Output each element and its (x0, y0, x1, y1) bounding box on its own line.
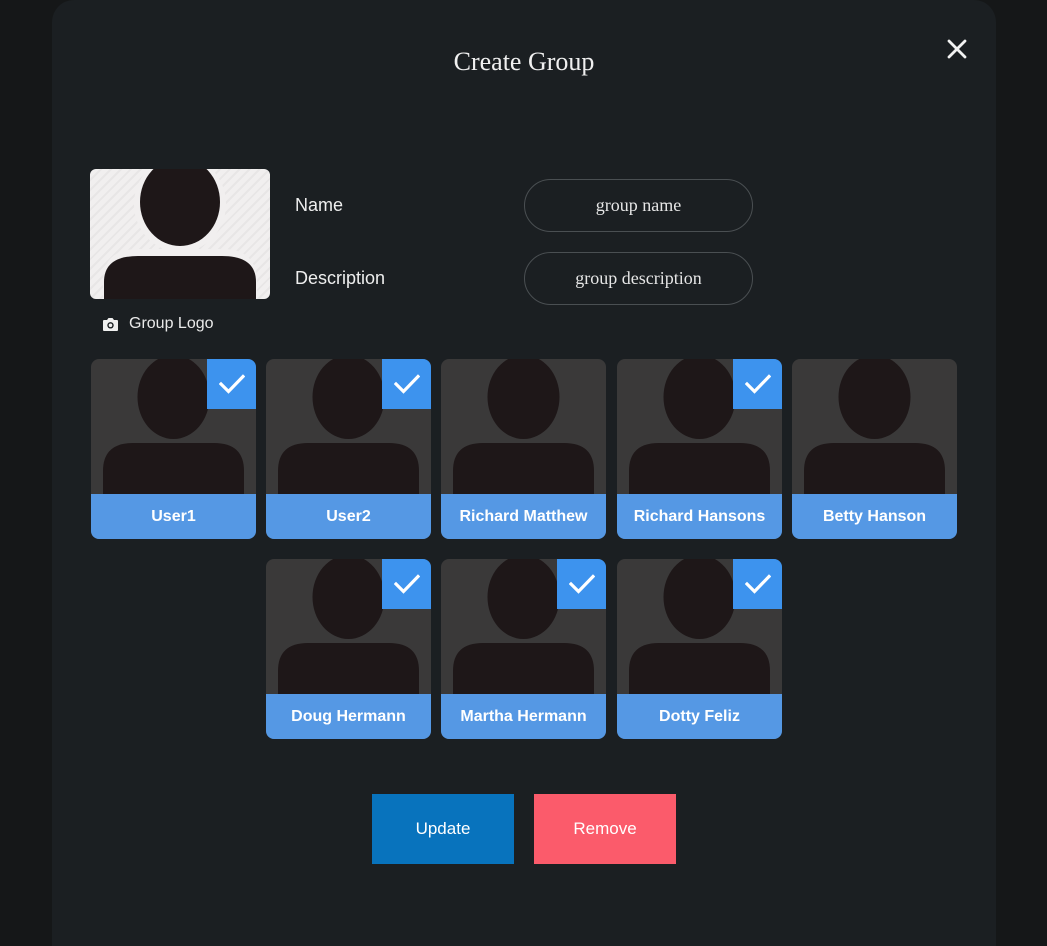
group-logo-upload[interactable]: Group Logo (102, 313, 214, 335)
remove-button[interactable]: Remove (534, 794, 676, 864)
user-card[interactable]: User1 (91, 359, 256, 539)
selected-check (557, 559, 606, 609)
checkmark-icon (568, 574, 595, 594)
checkmark-icon (218, 374, 245, 394)
group-name-input[interactable] (524, 179, 753, 232)
checkmark-icon (393, 374, 420, 394)
user-card[interactable]: User2 (266, 359, 431, 539)
user-card[interactable]: Doug Hermann (266, 559, 431, 739)
selected-check (382, 559, 431, 609)
user-card-name: Richard Hansons (617, 494, 782, 539)
selected-check (382, 359, 431, 409)
group-description-input[interactable] (524, 252, 753, 305)
user-card-name: Betty Hanson (792, 494, 957, 539)
checkmark-icon (744, 574, 771, 594)
create-group-dialog: Create Group Group Logo Name Description… (52, 0, 996, 946)
user-avatar-icon (804, 359, 945, 494)
user-card-name: Dotty Feliz (617, 694, 782, 739)
camera-icon (103, 317, 118, 331)
user-card-name: User2 (266, 494, 431, 539)
selected-check (733, 359, 782, 409)
user-card[interactable]: Richard Matthew (441, 359, 606, 539)
user-card[interactable]: Dotty Feliz (617, 559, 782, 739)
user-card-name: Martha Hermann (441, 694, 606, 739)
selected-check (207, 359, 256, 409)
close-icon[interactable] (945, 37, 969, 61)
checkmark-icon (744, 374, 771, 394)
user-card[interactable]: Martha Hermann (441, 559, 606, 739)
user-card[interactable]: Betty Hanson (792, 359, 957, 539)
group-logo-label: Group Logo (129, 315, 214, 332)
avatar-placeholder-icon (103, 169, 257, 299)
dialog-title: Create Group (453, 47, 595, 76)
user-avatar-icon (453, 359, 594, 494)
user-card[interactable]: Richard Hansons (617, 359, 782, 539)
selected-check (733, 559, 782, 609)
name-label: Name (295, 195, 344, 215)
group-logo-image[interactable] (90, 169, 270, 299)
user-card-name: Richard Matthew (441, 494, 606, 539)
user-card-name: Doug Hermann (266, 694, 431, 739)
checkmark-icon (393, 574, 420, 594)
description-label: Description (295, 268, 386, 288)
update-button[interactable]: Update (372, 794, 514, 864)
user-card-name: User1 (91, 494, 256, 539)
